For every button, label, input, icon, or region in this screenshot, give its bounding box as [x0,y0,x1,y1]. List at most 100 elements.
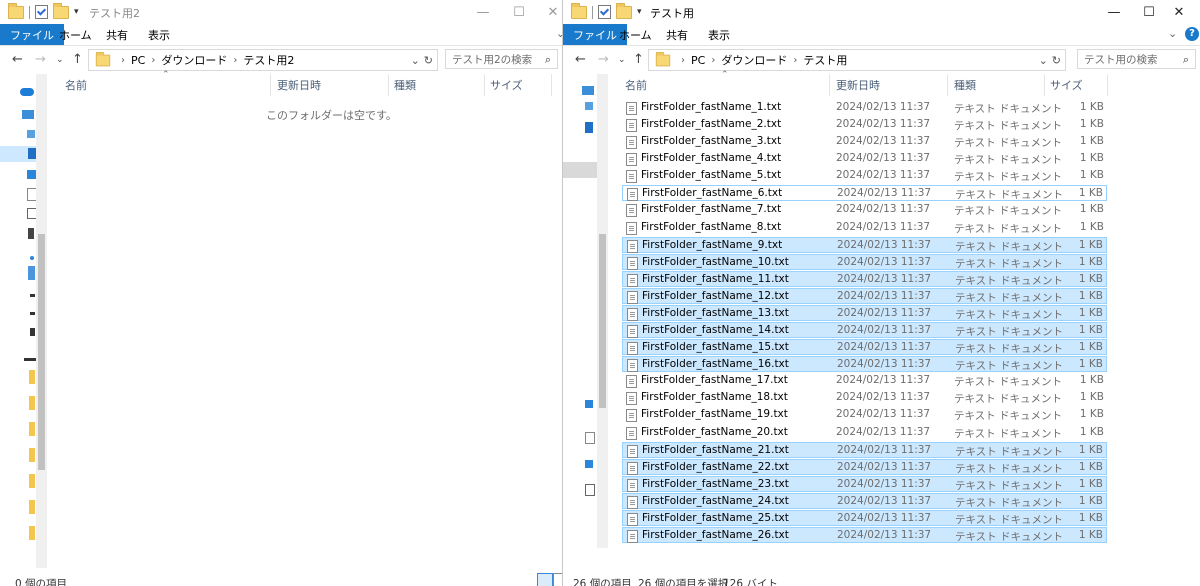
file-row[interactable]: FirstFolder_fastName_10.txt 2024/02/13 11… [622,254,1107,270]
file-row[interactable]: FirstFolder_fastName_1.txt 2024/02/13 11:… [622,100,1107,116]
pc-icon[interactable] [22,110,34,119]
file-row[interactable]: FirstFolder_fastName_15.txt 2024/02/13 11… [622,339,1107,355]
nav-item-icon[interactable] [27,130,35,138]
folder-icon[interactable] [29,448,35,462]
search-input[interactable]: テスト用の検索 ⌕ [1077,49,1196,69]
column-header-date[interactable]: 更新日時 [836,74,880,96]
dropdown-arrow-icon[interactable]: ▾ [74,7,79,17]
file-row[interactable]: FirstFolder_fastName_21.txt 2024/02/13 11… [622,442,1107,458]
drive-icon[interactable] [28,266,35,280]
nav-item-icon[interactable] [585,460,593,468]
file-row[interactable]: FirstFolder_fastName_14.txt 2024/02/13 11… [622,322,1107,338]
file-row[interactable]: FirstFolder_fastName_6.txt 2024/02/13 11:… [622,185,1107,201]
column-divider[interactable] [829,74,830,96]
column-header-type[interactable]: 種類 [394,74,416,96]
refresh-icon[interactable]: ↻ [1052,54,1061,67]
file-row[interactable]: FirstFolder_fastName_3.txt 2024/02/13 11:… [622,134,1107,150]
drive-icon[interactable] [30,312,35,315]
file-row[interactable]: FirstFolder_fastName_22.txt 2024/02/13 11… [622,459,1107,475]
breadcrumb-downloads[interactable]: ダウンロード [721,52,787,68]
tab-file[interactable]: ファイル [563,24,627,45]
file-row[interactable]: FirstFolder_fastName_9.txt 2024/02/13 11:… [622,237,1107,253]
folder-icon[interactable] [29,474,35,488]
folder-icon[interactable] [29,526,35,540]
file-row[interactable]: FirstFolder_fastName_2.txt 2024/02/13 11:… [622,117,1107,133]
nav-item-icon[interactable] [27,170,36,179]
file-row[interactable]: FirstFolder_fastName_8.txt 2024/02/13 11:… [622,220,1107,236]
file-row[interactable]: FirstFolder_fastName_25.txt 2024/02/13 11… [622,510,1107,526]
file-row[interactable]: FirstFolder_fastName_26.txt 2024/02/13 11… [622,527,1107,543]
up-arrow-icon[interactable]: ↑ [633,52,644,67]
address-dropdown-icon[interactable]: ⌄ [1039,54,1048,67]
address-bar[interactable]: › PC › ダウンロード › テスト用 ⌄ ↻ [648,49,1066,71]
tab-view[interactable]: 表示 [148,24,170,45]
close-button[interactable]: ✕ [1156,0,1200,24]
back-arrow-icon[interactable]: ← [12,52,23,67]
folder-icon[interactable] [616,2,632,19]
refresh-icon[interactable]: ↻ [424,54,433,67]
details-view-icon[interactable] [537,573,553,586]
folder-icon[interactable] [29,396,35,410]
up-arrow-icon[interactable]: ↑ [72,52,83,67]
column-divider[interactable] [551,74,552,96]
tab-home[interactable]: ホーム [619,24,652,45]
column-divider[interactable] [484,74,485,96]
breadcrumb-current[interactable]: テスト用2 [243,52,294,68]
close-button[interactable]: ✕ [530,0,562,24]
nav-pane-scrollbar[interactable] [597,74,608,548]
column-header-size[interactable]: サイズ [490,74,523,96]
tab-home[interactable]: ホーム [59,24,92,45]
nav-pane-scrollbar[interactable] [36,74,47,568]
checkmark-icon[interactable] [598,5,611,19]
file-row[interactable]: FirstFolder_fastName_18.txt 2024/02/13 11… [622,390,1107,406]
file-row[interactable]: FirstFolder_fastName_17.txt 2024/02/13 11… [622,373,1107,389]
videos-icon[interactable] [28,228,34,239]
folder-icon[interactable] [29,370,35,384]
ribbon-expand-icon[interactable]: ⌄ [1168,27,1177,40]
search-input[interactable]: テスト用2の検索 ⌕ [445,49,558,69]
back-arrow-icon[interactable]: ← [575,52,586,67]
file-row[interactable]: FirstFolder_fastName_20.txt 2024/02/13 11… [622,425,1107,441]
search-icon[interactable]: ⌕ [1183,53,1189,67]
recent-dropdown-icon[interactable]: ⌄ [618,55,626,65]
column-header-name[interactable]: 名前 [65,74,87,96]
drive-icon[interactable] [30,328,35,336]
help-icon[interactable]: ? [1185,27,1199,41]
breadcrumb-current[interactable]: テスト用 [803,52,847,68]
nav-item-icon[interactable] [585,102,593,110]
search-icon[interactable]: ⌕ [545,53,551,67]
checkmark-icon[interactable] [35,5,48,19]
documents-icon[interactable] [585,432,595,444]
column-header-type[interactable]: 種類 [954,74,976,96]
network-icon[interactable] [24,358,36,361]
large-icons-view-icon[interactable] [553,573,562,586]
onedrive-icon[interactable] [20,88,34,96]
file-row[interactable]: FirstFolder_fastName_7.txt 2024/02/13 11:… [622,202,1107,218]
forward-arrow-icon[interactable]: → [598,52,609,67]
tab-share[interactable]: 共有 [666,24,688,45]
file-row[interactable]: FirstFolder_fastName_5.txt 2024/02/13 11:… [622,168,1107,184]
tab-file[interactable]: ファイル [0,24,64,45]
column-header-date[interactable]: 更新日時 [277,74,321,96]
nav-item-selected[interactable] [563,162,597,178]
folder-icon[interactable] [29,500,35,514]
column-divider[interactable] [388,74,389,96]
address-dropdown-icon[interactable]: ⌄ [411,54,420,67]
address-bar[interactable]: › PC › ダウンロード › テスト用2 ⌄ ↻ [88,49,438,71]
column-header-size[interactable]: サイズ [1050,74,1083,96]
drive-icon[interactable] [30,294,35,297]
recent-dropdown-icon[interactable]: ⌄ [56,55,64,65]
scrollbar-thumb[interactable] [38,234,45,470]
file-row[interactable]: FirstFolder_fastName_12.txt 2024/02/13 11… [622,288,1107,304]
folder-icon[interactable] [29,422,35,436]
forward-arrow-icon[interactable]: → [35,52,46,67]
column-divider[interactable] [1044,74,1045,96]
dropdown-arrow-icon[interactable]: ▾ [637,7,642,17]
breadcrumb-pc[interactable]: PC [131,54,145,67]
column-header-name[interactable]: 名前 [625,74,647,96]
file-row[interactable]: FirstFolder_fastName_19.txt 2024/02/13 11… [622,407,1107,423]
file-row[interactable]: FirstFolder_fastName_4.txt 2024/02/13 11:… [622,151,1107,167]
column-divider[interactable] [1107,74,1108,96]
file-row[interactable]: FirstFolder_fastName_11.txt 2024/02/13 11… [622,271,1107,287]
nav-item-icon[interactable] [585,400,593,408]
